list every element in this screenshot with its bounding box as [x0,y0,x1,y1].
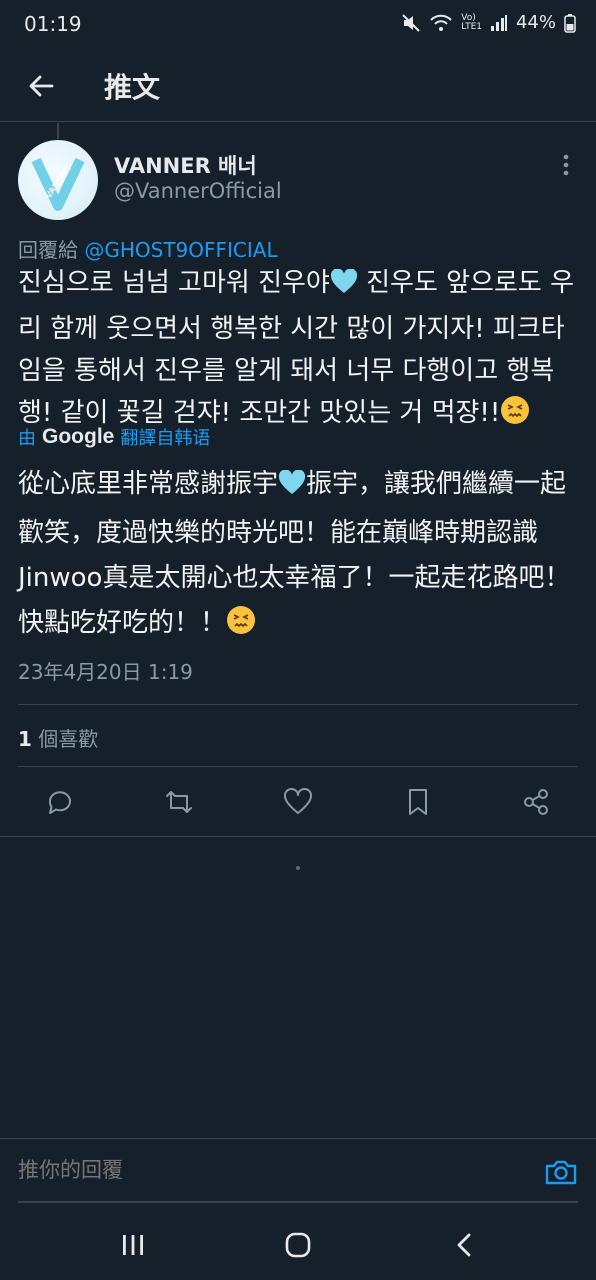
system-back-icon[interactable] [450,1230,480,1260]
reply-prefix: 回覆給 [18,238,78,262]
bookmark-icon[interactable] [402,786,434,818]
avatar[interactable]: VANNER [18,140,98,220]
light-blue-heart-icon [278,466,306,511]
likes-number: 1 [18,727,32,751]
divider [18,704,578,705]
google-logo: Google [42,425,115,448]
translated-text: 從心底里非常感謝振宇 振宇，讓我們繼續一起歡笑，度過快樂的時光吧！能在巔峰時期認識… [18,462,578,650]
author-display-name[interactable]: VANNER 배너 [114,150,257,180]
wifi-icon [429,13,453,33]
tweet-text-part-1: 진심으로 넘넘 고마워 진우야 [18,268,330,298]
like-icon[interactable] [282,786,314,818]
recent-apps-icon[interactable] [118,1230,148,1260]
signal-icon [490,14,508,32]
page-title: 推文 [104,71,161,104]
light-blue-heart-icon [330,266,358,308]
likes-label: 個喜歡 [31,727,99,751]
status-bar: 01:19 Vo) LTE1 44% [0,0,596,52]
translated-text-part-1: 從心底里非常感謝振宇 [18,469,279,499]
confounded-face-emoji-icon [226,605,256,650]
tweet-text: 진심으로 넘넘 고마워 진우야 진우도 앞으로도 우리 함께 웃으면서 행복한 … [18,262,578,438]
likes-count[interactable]: 1 個喜歡 [18,723,98,752]
author-handle[interactable]: @VannerOfficial [114,179,282,203]
status-icons: Vo) LTE1 44% [401,12,576,33]
confounded-face-emoji-icon [500,395,530,438]
top-header: 推文 [0,52,596,122]
more-options-icon[interactable] [556,150,576,180]
translate-prefix: 由 [18,428,36,449]
tweet-actions [0,780,596,824]
battery-icon [564,13,576,33]
battery-level: 44% [515,12,556,33]
mute-icon [401,13,421,33]
system-nav-bar [0,1210,596,1280]
composer-underline [18,1201,578,1203]
loading-indicator [296,866,300,870]
reply-mention-link[interactable]: @GHOST9OFFICIAL [84,238,277,262]
reply-icon[interactable] [44,786,76,818]
divider [18,766,578,767]
reply-composer [0,1138,596,1204]
status-time: 01:19 [24,12,82,36]
volte-icon: Vo) LTE1 [461,12,482,32]
share-icon[interactable] [520,786,552,818]
translate-suffix: 翻譯自韩语 [120,428,211,449]
reply-input[interactable] [18,1159,518,1183]
translation-attribution[interactable]: 由 Google 翻譯自韩语 [18,424,210,450]
home-icon[interactable] [283,1230,313,1260]
thread-line [57,123,59,139]
tweet-timestamp[interactable]: 23年4月20日 1:19 [18,656,193,685]
back-arrow-icon[interactable] [24,68,60,104]
camera-icon[interactable] [544,1157,578,1187]
reply-to-line: 回覆給 @GHOST9OFFICIAL [18,234,278,263]
retweet-icon[interactable] [163,786,195,818]
divider [0,836,596,837]
